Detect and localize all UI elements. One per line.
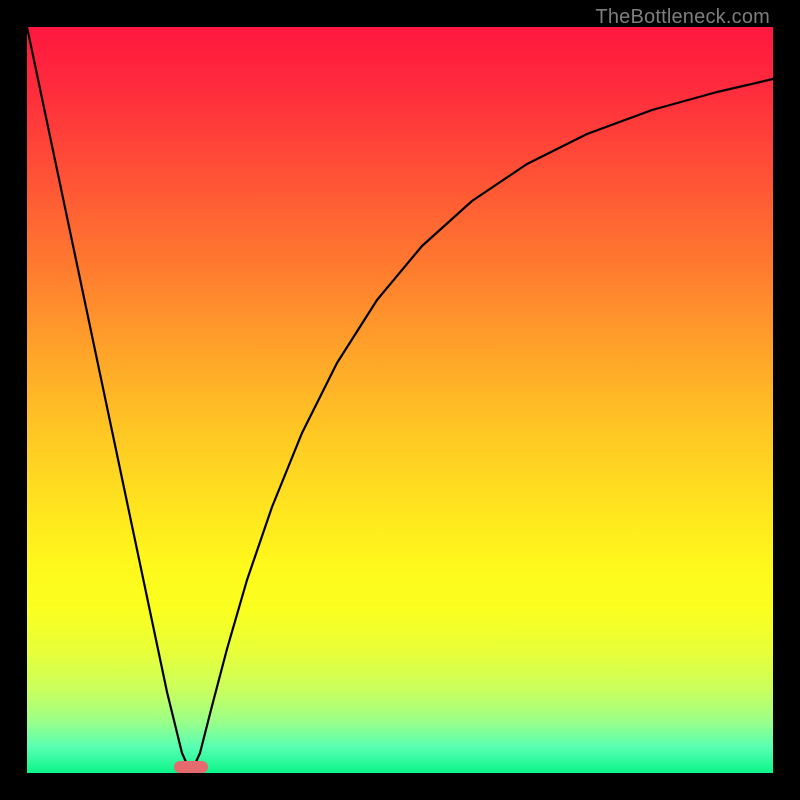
watermark-text: TheBottleneck.com [595, 6, 770, 29]
chart-plot-area [27, 27, 773, 773]
data-curve [27, 27, 773, 773]
curve-svg [27, 27, 773, 773]
minimum-marker [174, 761, 208, 773]
